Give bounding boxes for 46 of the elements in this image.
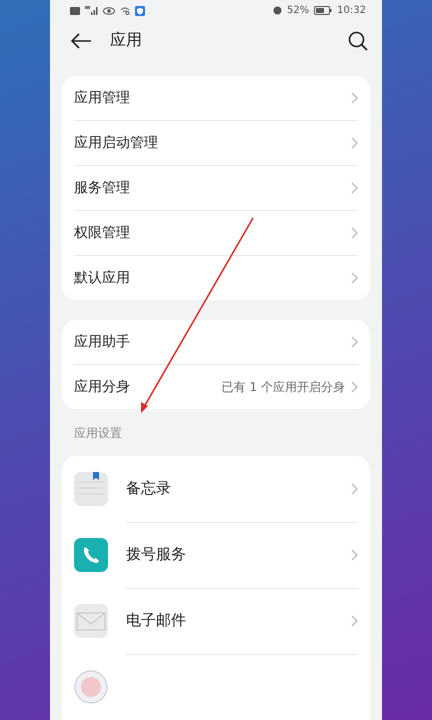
- chevron-right-icon: [351, 92, 358, 104]
- clock-icon: [74, 670, 108, 704]
- app-row[interactable]: 拨号服务: [74, 522, 358, 588]
- status-time: 10:32: [337, 5, 366, 16]
- chevron-right-icon: [351, 614, 358, 626]
- row-label: 服务管理: [74, 179, 131, 197]
- chevron-right-icon: [351, 381, 358, 393]
- app-row[interactable]: 备忘录: [74, 456, 358, 522]
- notepad-icon: [74, 472, 108, 506]
- battery-percent: 52%: [286, 5, 310, 16]
- eye-icon: [103, 6, 115, 15]
- row-value: 已有 1 个应用开启分身: [222, 378, 345, 396]
- row-label: 应用启动管理: [74, 134, 159, 152]
- chevron-right-icon: [351, 482, 358, 494]
- search-button[interactable]: [348, 30, 368, 51]
- section-title: 应用设置: [74, 426, 122, 440]
- app-name: 电子邮件: [126, 611, 187, 630]
- chevron-right-icon: [351, 272, 358, 284]
- settings-row[interactable]: 应用助手: [74, 320, 358, 364]
- settings-row[interactable]: 服务管理: [74, 165, 358, 210]
- page-title: 应用: [110, 30, 143, 52]
- chevron-right-icon: [351, 336, 358, 348]
- shield-icon: [135, 6, 145, 16]
- settings-row[interactable]: 应用启动管理: [74, 120, 358, 165]
- app-name: 拨号服务: [126, 545, 187, 564]
- settings-row[interactable]: 应用管理: [74, 76, 358, 120]
- envelope-icon: [74, 604, 108, 638]
- row-label: 应用分身: [74, 378, 131, 396]
- row-label: 应用管理: [74, 89, 131, 107]
- back-arrow-icon: [70, 32, 92, 49]
- chevron-right-icon: [351, 548, 358, 560]
- app-row[interactable]: 电子邮件: [74, 588, 358, 654]
- row-label: 权限管理: [74, 224, 131, 242]
- back-button[interactable]: [70, 32, 92, 49]
- app-name: 备忘录: [126, 479, 172, 498]
- row-label: 应用助手: [74, 333, 131, 351]
- chevron-right-icon: [351, 137, 358, 149]
- row-label: 默认应用: [74, 269, 131, 287]
- phone-icon: [74, 538, 108, 572]
- search-icon: [348, 30, 368, 51]
- settings-row[interactable]: 权限管理: [74, 210, 358, 255]
- chevron-right-icon: [351, 227, 358, 239]
- settings-row[interactable]: 默认应用: [74, 255, 358, 300]
- signal-icon: [85, 6, 98, 16]
- battery-icon: [314, 6, 332, 16]
- chevron-right-icon: [351, 182, 358, 194]
